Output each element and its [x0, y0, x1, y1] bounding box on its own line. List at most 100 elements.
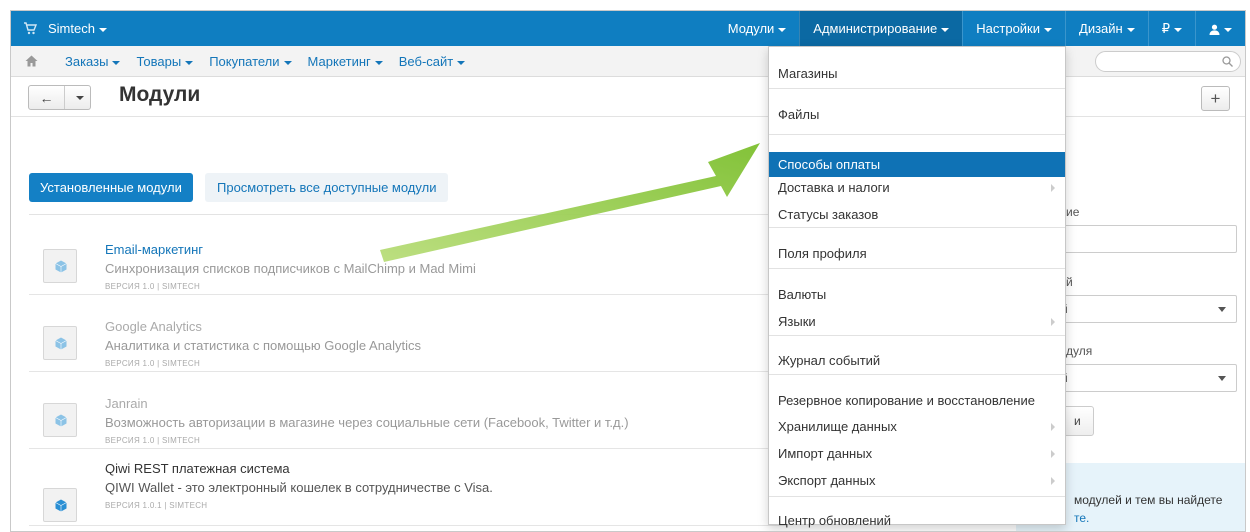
cube-icon	[55, 260, 67, 273]
chevron-down-icon	[1174, 27, 1182, 32]
button-label: и	[1074, 414, 1081, 428]
module-description: QIWI Wallet - это электронный кошелек в …	[105, 480, 493, 495]
info-text: модулей и тем вы найдете	[1074, 493, 1223, 507]
menu-item-label: Резервное копирование и восстановление	[778, 393, 1035, 408]
section-menu-item[interactable]: Товары	[128, 46, 201, 77]
search-input[interactable]	[1095, 51, 1241, 72]
topnav-user[interactable]	[1195, 11, 1245, 46]
menu-item[interactable]: Магазины	[769, 61, 1065, 86]
module-description: Синхронизация списков подписчиков с Mail…	[105, 261, 476, 276]
menu-item[interactable]: Импорт данных	[769, 441, 1065, 466]
menu-item[interactable]: Центр обновлений	[769, 508, 1065, 531]
chevron-down-icon	[1126, 27, 1135, 32]
menu-item[interactable]: Файлы	[769, 102, 1065, 127]
section-menu-item[interactable]: Маркетинг	[300, 46, 391, 77]
menu-item[interactable]: Хранилище данных	[769, 414, 1065, 439]
chevron-right-icon	[1051, 184, 1055, 192]
menu-item-label: Доставка и налоги	[778, 180, 890, 195]
history-dropdown[interactable]	[65, 86, 90, 109]
chevron-down-icon	[1224, 27, 1232, 32]
cube-icon	[55, 337, 67, 350]
module-name[interactable]: Janrain	[105, 396, 148, 411]
topnav-administration[interactable]: Администрирование	[799, 11, 963, 46]
back-arrow-icon[interactable]: ←	[29, 86, 65, 109]
menu-item[interactable]: Языки	[769, 309, 1065, 334]
menu-item-label: Импорт данных	[778, 446, 873, 461]
topnav-modules[interactable]: Модули	[715, 11, 800, 46]
store-name: Simtech	[48, 21, 95, 36]
menu-divider	[769, 268, 1065, 269]
chevron-down-icon	[778, 27, 787, 32]
menu-divider	[769, 496, 1065, 497]
administration-dropdown: Магазины Файлы Способы оплаты Доставка и на…	[768, 46, 1066, 528]
menu-item[interactable]: Экспорт данных	[769, 468, 1065, 493]
module-name[interactable]: Qiwi REST платежная система	[105, 461, 290, 476]
module-version: ВЕРСИЯ 1.0.1 | SIMTECH	[105, 501, 208, 510]
tab-installed-modules[interactable]: Установленные модули	[29, 173, 193, 202]
module-description: Аналитика и статистика с помощью Google …	[105, 338, 422, 353]
section-menu-item[interactable]: Заказы	[57, 46, 128, 77]
module-row: Email-маркетинг Синхронизация списков под…	[29, 218, 787, 295]
menu-item[interactable]: Доставка и налоги	[769, 175, 1065, 200]
menu-item-label: Журнал событий	[778, 353, 881, 368]
section-menu-label: Заказы	[65, 54, 109, 69]
menu-item-label: Валюты	[778, 287, 827, 302]
user-icon	[1209, 24, 1220, 36]
menu-item[interactable]: Резервное копирование и восстановление	[769, 388, 1065, 413]
cube-icon	[55, 499, 67, 512]
chevron-down-icon	[185, 60, 194, 65]
section-menu-label: Товары	[136, 54, 182, 69]
admin-window: Simtech Модули Администрирование Настройки…	[10, 10, 1246, 532]
topnav-settings[interactable]: Настройки	[962, 11, 1065, 46]
home-icon[interactable]	[25, 55, 38, 67]
cube-icon	[55, 414, 67, 427]
section-menu-item[interactable]: Веб-сайт	[391, 46, 473, 77]
chevron-down-icon	[457, 60, 466, 65]
menu-item[interactable]: Поля профиля	[769, 241, 1065, 266]
module-row: Janrain Возможность авторизации в магазин…	[29, 372, 787, 449]
menu-divider	[769, 374, 1065, 375]
module-icon[interactable]	[43, 403, 77, 437]
menu-item[interactable]: Журнал событий	[769, 348, 1065, 373]
module-icon[interactable]	[43, 326, 77, 360]
menu-divider	[769, 88, 1065, 89]
menu-item[interactable]: Валюты	[769, 282, 1065, 307]
info-link[interactable]: те.	[1074, 511, 1089, 525]
menu-divider	[769, 227, 1065, 228]
module-row: Qiwi REST платежная система QIWI Wallet -…	[29, 449, 787, 526]
cart-icon[interactable]	[23, 21, 37, 35]
module-icon[interactable]	[43, 249, 77, 283]
module-name[interactable]: Email-маркетинг	[105, 242, 203, 257]
chevron-down-icon	[1218, 307, 1226, 312]
chevron-right-icon	[1051, 423, 1055, 431]
menu-item-label: Языки	[778, 314, 816, 329]
module-version: ВЕРСИЯ 1.0 | SIMTECH	[105, 282, 201, 291]
menu-item[interactable]: Статусы заказов	[769, 202, 1065, 227]
top-navbar: Simtech Модули Администрирование Настройки…	[11, 11, 1245, 46]
module-row: Google Analytics Аналитика и статистика с…	[29, 295, 787, 372]
tab-browse-modules[interactable]: Просмотреть все доступные модули	[205, 173, 449, 202]
page-title: Модули	[119, 83, 201, 106]
chevron-down-icon	[98, 27, 107, 32]
topnav-label: Администрирование	[813, 21, 938, 36]
module-icon[interactable]	[43, 488, 77, 522]
chevron-down-icon	[1218, 376, 1226, 381]
menu-item[interactable]: Способы оплаты	[769, 152, 1065, 177]
chevron-down-icon	[75, 95, 84, 100]
section-menu-item[interactable]: Покупатели	[201, 46, 299, 77]
topnav-currency[interactable]: ₽	[1147, 11, 1195, 46]
store-switcher[interactable]: Simtech	[48, 21, 107, 36]
divider	[29, 214, 787, 215]
menu-item-label: Статусы заказов	[778, 207, 879, 222]
topnav-label: Дизайн	[1079, 21, 1123, 36]
topnav-label: ₽	[1161, 21, 1170, 36]
chevron-right-icon	[1051, 318, 1055, 326]
menu-item-label: Способы оплаты	[778, 157, 881, 172]
search-icon[interactable]	[1222, 56, 1233, 67]
topnav-design[interactable]: Дизайн	[1065, 11, 1148, 46]
add-module-button[interactable]: +	[1201, 86, 1230, 111]
module-name[interactable]: Google Analytics	[105, 319, 202, 334]
section-menu: Заказы Товары Покупатели Маркетинг Веб-сайт	[57, 46, 473, 77]
menu-divider	[769, 335, 1065, 336]
back-button-group[interactable]: ←	[28, 85, 91, 110]
